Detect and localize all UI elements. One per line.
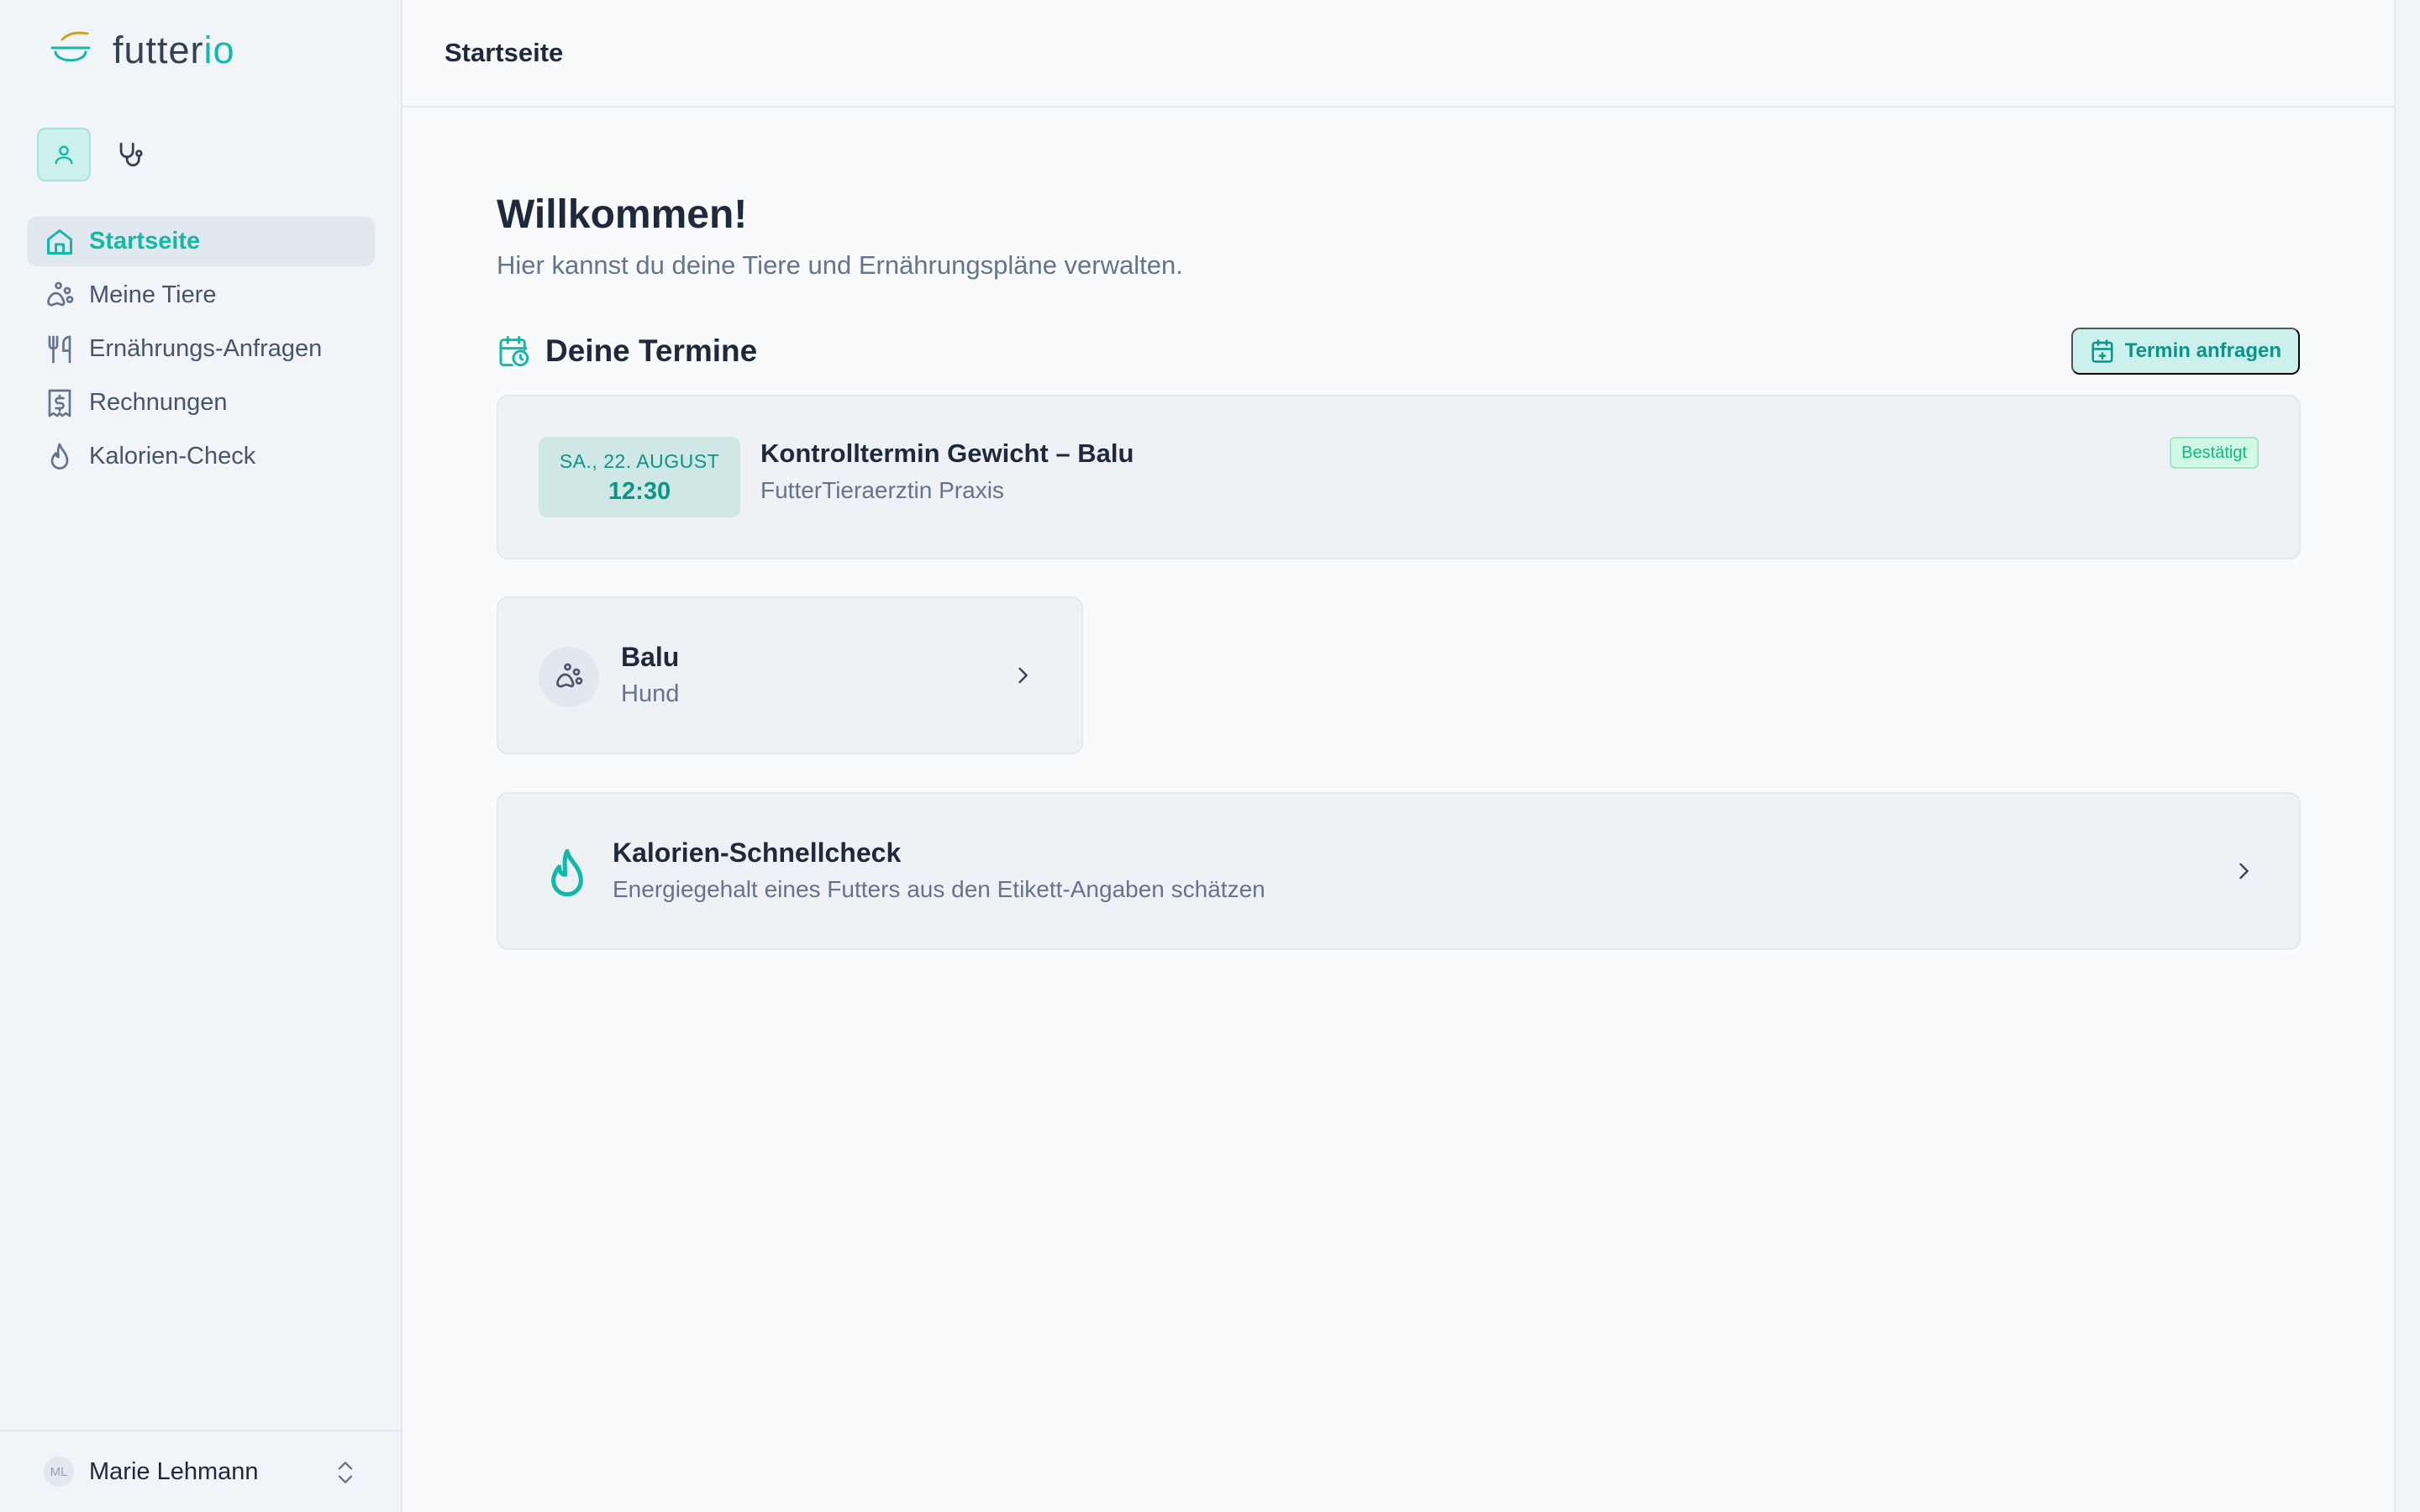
sidebar-item-label: Meine Tiere <box>89 281 217 308</box>
user-icon <box>52 143 76 166</box>
stethoscope-icon <box>115 140 144 169</box>
status-badge: Bestätigt <box>2170 437 2259 469</box>
user-menu[interactable]: ML Marie Lehmann <box>0 1430 401 1512</box>
sidebar-item-label: Startseite <box>89 228 201 255</box>
sidebar-item-kalorien-check[interactable]: Kalorien-Check <box>27 432 375 481</box>
welcome-title: Willkommen! <box>497 192 748 237</box>
chevrons-up-down-icon <box>334 1458 357 1487</box>
app-logo[interactable]: futterio <box>49 29 235 72</box>
sidebar-item-rechnungen[interactable]: Rechnungen <box>27 378 375 428</box>
pet-card-balu[interactable]: Balu Hund <box>497 596 1083 754</box>
request-button-label: Termin anfragen <box>2124 339 2281 362</box>
receipt-icon <box>44 387 76 419</box>
flame-icon <box>544 846 591 900</box>
pet-name: Balu <box>621 642 680 672</box>
calendar-plus-icon <box>2090 339 2115 364</box>
welcome-subtitle: Hier kannst du deine Tiere und Ernährung… <box>497 250 1183 280</box>
user-name: Marie Lehmann <box>89 1457 259 1485</box>
right-edge-panel <box>2394 0 2420 1512</box>
bowl-logo-icon <box>49 29 92 71</box>
vet-mode-button[interactable] <box>103 128 156 181</box>
utensils-icon <box>44 333 76 365</box>
chevron-right-icon <box>1011 664 1034 687</box>
appointment-time: 12:30 <box>608 478 671 505</box>
home-icon <box>44 226 76 258</box>
sidebar-nav: Startseite Meine Tiere Ernährungs-Anfrag… <box>27 217 375 486</box>
appointments-header: Deine Termine Termin anfragen <box>497 328 2300 375</box>
flame-icon <box>44 441 76 473</box>
paw-icon <box>554 662 584 692</box>
sidebar-item-label: Kalorien-Check <box>89 443 256 470</box>
appointment-date: SA., 22. AUGUST <box>559 450 720 472</box>
chevron-right-icon <box>2232 859 2255 883</box>
sidebar-item-meine-tiere[interactable]: Meine Tiere <box>27 270 375 320</box>
appointment-date-box: SA., 22. AUGUST 12:30 <box>539 437 740 517</box>
sidebar-item-ernaehrungs-anfragen[interactable]: Ernährungs-Anfragen <box>27 324 375 374</box>
sidebar-item-label: Rechnungen <box>89 389 228 416</box>
appointment-location: FutterTieraerztin Praxis <box>760 477 1004 503</box>
calendar-clock-icon <box>497 334 530 368</box>
logo-text: futterio <box>113 29 235 71</box>
paw-icon <box>44 280 76 312</box>
request-appointment-button[interactable]: Termin anfragen <box>2070 328 2300 375</box>
appointment-card[interactable]: SA., 22. AUGUST 12:30 Kontrolltermin Gew… <box>497 395 2301 559</box>
sidebar: futterio Startseite Meine Tiere Ernährun… <box>0 0 402 1512</box>
appointment-title: Kontrolltermin Gewicht – Balu <box>760 438 1134 468</box>
pet-type: Hund <box>621 680 680 707</box>
calorie-check-card[interactable]: Kalorien-Schnellcheck Energiegehalt eine… <box>497 792 2301 950</box>
calorie-check-subtitle: Energiegehalt eines Futters aus den Etik… <box>613 876 1265 902</box>
pet-avatar <box>539 647 599 707</box>
calorie-check-title: Kalorien-Schnellcheck <box>613 837 902 868</box>
sidebar-item-startseite[interactable]: Startseite <box>27 217 375 266</box>
appointments-title: Deine Termine <box>545 333 758 368</box>
page-title: Startseite <box>445 38 564 67</box>
mode-switch <box>37 128 156 181</box>
avatar: ML <box>44 1457 74 1487</box>
user-mode-button[interactable] <box>37 128 91 181</box>
sidebar-item-label: Ernährungs-Anfragen <box>89 335 323 362</box>
topbar: Startseite <box>402 0 2394 108</box>
